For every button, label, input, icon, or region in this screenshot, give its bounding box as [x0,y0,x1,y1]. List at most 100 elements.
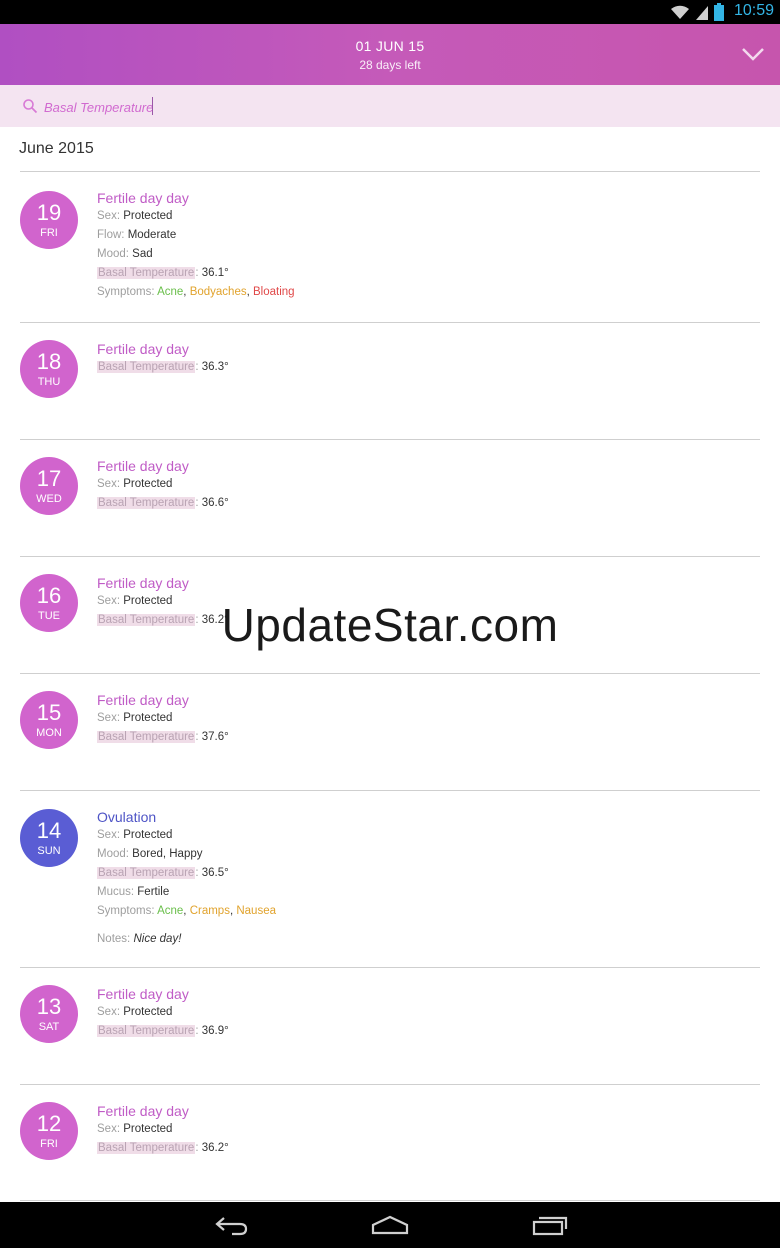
colon: : [195,497,199,509]
entry-details[interactable]: Fertile day day Sex: Protected Basal Tempe… [97,692,737,747]
colon: : [195,1142,199,1154]
signal-icon [696,6,708,20]
day-number: 15 [36,700,62,725]
entry-details[interactable]: Fertile day day Sex: Protected Basal Tempe… [97,458,737,513]
entry-title: Fertile day day [97,190,189,206]
value: Moderate [127,229,177,241]
day-of-week: WED [36,493,62,505]
entry-details[interactable]: Fertile day day Sex: Protected Basal Tempe… [97,986,737,1041]
bbt-line: Basal Temperature: 37.6° [97,728,737,747]
value: 37.6° [201,731,229,743]
symptoms-line: Symptoms: Acne, Cramps, Nausea [97,902,737,921]
chevron-down-icon[interactable] [740,44,766,64]
label: Sex: [97,1123,121,1135]
bbt-line: Basal Temperature: 36.6° [97,494,737,513]
status-bar: 10:59 [0,0,780,24]
entry-title: Ovulation [97,809,157,825]
month-header: June 2015 [19,140,94,157]
entry-details[interactable]: Fertile day day Basal Temperature: 36.3° [97,341,737,377]
value: Protected [123,712,173,724]
bbt-line: Basal Temperature: 36.3° [97,358,737,377]
day-circle[interactable]: 18 THU [20,340,78,398]
search-input[interactable] [42,94,446,120]
back-icon[interactable] [212,1212,252,1238]
label: Basal Temperature [97,1142,196,1154]
entry-details[interactable]: Fertile day day Sex: Protected Flow: Moder… [97,190,737,302]
colon: : [195,1025,199,1037]
value: 36.9° [201,1025,229,1037]
days-left: 28 days left [359,58,421,72]
colon: : [195,361,199,373]
bbt-line: Basal Temperature: 36.1° [97,264,737,283]
label: Basal Temperature [97,361,196,373]
symptom-tag: Acne [157,286,184,298]
value: Protected [123,1123,173,1135]
bbt-line: Basal Temperature: 36.2° [97,1139,737,1158]
clock: 10:59 [733,2,774,19]
entry-details[interactable]: Fertile day day Sex: Protected Basal Tempe… [97,1103,737,1158]
mood-line: Mood: Bored, Happy [97,845,737,864]
sex-line: Sex: Protected [97,826,737,845]
label: Basal Temperature [97,867,196,879]
day-number: 12 [36,1111,62,1136]
day-circle[interactable]: 19 FRI [20,191,78,249]
value: Sad [132,248,153,260]
divider [20,171,760,172]
label: Sex: [97,829,121,841]
search-bar [0,85,780,127]
label: Symptoms: [97,905,155,917]
divider [20,556,760,557]
value: Nice day! [133,933,182,945]
day-number: 18 [36,349,62,374]
entry-title: Fertile day day [97,1103,189,1119]
day-circle[interactable]: 13 SAT [20,985,78,1043]
label: Basal Temperature [97,731,196,743]
day-number: 19 [36,200,62,225]
notes-line: Notes: Nice day! [97,930,737,949]
value: Protected [123,210,173,222]
value: Protected [123,829,173,841]
value: 36.2° [201,1142,229,1154]
sex-line: Sex: Protected [97,709,737,728]
label: Mucus: [97,886,135,898]
value: 36.3° [201,361,229,373]
colon: : [195,731,199,743]
day-circle[interactable]: 14 SUN [20,809,78,867]
sex-line: Sex: Protected [97,1120,737,1139]
symptom-tag: Nausea [236,905,276,917]
symptom-tag: Bodyaches [189,286,247,298]
label: Basal Temperature [97,267,196,279]
day-of-week: SAT [38,1021,60,1033]
value: Fertile [137,886,170,898]
value: Protected [123,1006,173,1018]
value: 36.1° [201,267,229,279]
day-of-week: FRI [40,227,58,239]
entry-title: Fertile day day [97,458,189,474]
home-icon[interactable] [370,1212,410,1238]
label: Sex: [97,478,121,490]
entry-details[interactable]: Ovulation Sex: Protected Mood: Bored, Happ… [97,809,737,949]
mood-line: Mood: Sad [97,245,737,264]
day-number: 17 [36,466,62,491]
text-caret [152,97,153,115]
day-number: 14 [36,818,62,843]
label: Sex: [97,712,121,724]
label: Flow: [97,229,125,241]
mucus-line: Mucus: Fertile [97,883,737,902]
bbt-line: Basal Temperature: 36.5° [97,864,737,883]
day-circle[interactable]: 17 WED [20,457,78,515]
flow-line: Flow: Moderate [97,226,737,245]
day-number: 13 [36,994,62,1019]
navigation-bar [0,1202,780,1248]
label: Symptoms: [97,286,155,298]
value: 36.5° [201,867,229,879]
day-circle[interactable]: 12 FRI [20,1102,78,1160]
label: Sex: [97,210,121,222]
day-circle[interactable]: 15 MON [20,691,78,749]
recents-icon[interactable] [530,1212,570,1238]
bbt-line: Basal Temperature: 36.9° [97,1022,737,1041]
symptom-tag: Cramps [189,905,230,917]
day-of-week: MON [36,727,62,739]
label: Basal Temperature [97,497,196,509]
symptom-tag: Acne [157,905,184,917]
